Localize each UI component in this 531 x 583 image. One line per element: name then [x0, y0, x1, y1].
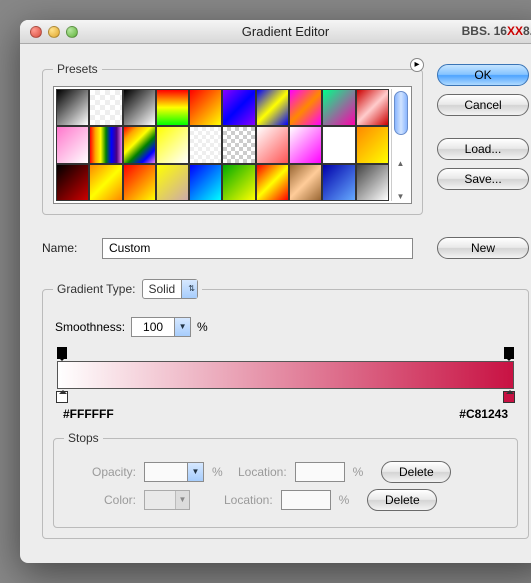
color-swatch: ▼ [144, 490, 190, 510]
opacity-field: ▼ [144, 462, 204, 482]
preset-swatch[interactable] [356, 89, 389, 126]
dropdown-arrow-icon: ▼ [175, 491, 189, 509]
preset-swatch[interactable] [89, 164, 122, 201]
preset-swatch[interactable] [289, 89, 322, 126]
presets-fieldset: Presets ▸ [42, 62, 423, 215]
save-button[interactable]: Save... [437, 168, 529, 190]
presets-flyout-icon[interactable]: ▸ [410, 58, 424, 72]
stops-legend: Stops [64, 431, 103, 445]
right-hex-label: #C81243 [459, 407, 508, 421]
side-buttons: OK Cancel Load... Save... [437, 64, 529, 190]
cancel-button[interactable]: Cancel [437, 94, 529, 116]
color-stop-right[interactable] [503, 391, 515, 403]
preset-swatch[interactable] [256, 126, 289, 163]
dropdown-arrow-icon: ▼ [187, 463, 203, 481]
preset-swatch[interactable] [322, 89, 355, 126]
preset-swatch[interactable] [156, 164, 189, 201]
preset-swatch[interactable] [356, 126, 389, 163]
gradient-type-label: Gradient Type: [57, 282, 136, 296]
opacity-stops-track[interactable] [57, 347, 514, 361]
smoothness-unit: % [197, 320, 208, 334]
name-label: Name: [42, 241, 92, 255]
smoothness-field[interactable]: ▼ [131, 317, 191, 337]
preset-swatch[interactable] [156, 89, 189, 126]
preset-swatch[interactable] [123, 89, 156, 126]
preset-swatch[interactable] [56, 164, 89, 201]
opacity-label: Opacity: [64, 465, 136, 479]
scrollbar-thumb[interactable] [394, 91, 408, 135]
preset-swatch[interactable] [89, 126, 122, 163]
preset-swatch[interactable] [56, 89, 89, 126]
smoothness-input[interactable] [132, 318, 174, 336]
color-location-field [281, 490, 331, 510]
preset-swatch[interactable] [289, 164, 322, 201]
name-input[interactable] [102, 238, 413, 259]
window-title: Gradient Editor [20, 24, 531, 39]
preset-swatch[interactable] [322, 164, 355, 201]
gradient-type-fieldset: Gradient Type: Solid ⇅ Smoothness: ▼ % [42, 279, 529, 539]
preset-swatch[interactable] [189, 89, 222, 126]
preset-swatch[interactable] [156, 126, 189, 163]
ok-button[interactable]: OK [437, 64, 529, 86]
preset-swatch[interactable] [89, 89, 122, 126]
gradient-type-value: Solid [143, 282, 182, 296]
opacity-input [145, 463, 187, 481]
location-unit: % [353, 465, 364, 479]
location-label: Location: [217, 493, 273, 507]
scroll-down-icon[interactable]: ▼ [397, 192, 405, 201]
preset-swatch[interactable] [289, 126, 322, 163]
opacity-stop-right[interactable] [504, 347, 514, 359]
preset-grid: ▲ ▼ [53, 86, 412, 204]
titlebar: Gradient Editor BBS. 16XX8. C [20, 20, 531, 44]
preset-swatch[interactable] [123, 126, 156, 163]
preset-swatch[interactable] [222, 164, 255, 201]
gradient-type-legend: Gradient Type: Solid ⇅ [53, 279, 202, 299]
watermark: BBS. 16XX8. C [462, 23, 531, 38]
gradient-bar[interactable] [57, 361, 514, 389]
scroll-up-icon[interactable]: ▲ [397, 159, 405, 168]
dropdown-arrow-icon[interactable]: ▼ [174, 318, 190, 336]
preset-swatch[interactable] [356, 164, 389, 201]
delete-opacity-stop-button[interactable]: Delete [381, 461, 451, 483]
preset-swatch[interactable] [222, 126, 255, 163]
color-location-input [282, 491, 330, 509]
gradient-editor-window: Gradient Editor BBS. 16XX8. C Presets ▸ [20, 20, 531, 563]
preset-swatch[interactable] [123, 164, 156, 201]
opacity-location-input [296, 463, 344, 481]
color-label: Color: [64, 493, 136, 507]
content: Presets ▸ [20, 44, 531, 563]
opacity-stop-left[interactable] [57, 347, 67, 359]
load-button[interactable]: Load... [437, 138, 529, 160]
opacity-location-field [295, 462, 345, 482]
stops-fieldset: Stops Opacity: ▼ % Location: % Delete [53, 431, 518, 528]
delete-color-stop-button[interactable]: Delete [367, 489, 437, 511]
preset-scrollbar[interactable]: ▲ ▼ [391, 89, 409, 201]
color-stops-track[interactable] [57, 389, 514, 403]
preset-swatch[interactable] [222, 89, 255, 126]
presets-legend: Presets [53, 62, 102, 76]
stepper-arrows-icon: ⇅ [181, 280, 197, 298]
preset-swatch[interactable] [189, 126, 222, 163]
preset-swatch[interactable] [256, 89, 289, 126]
color-stop-left[interactable] [56, 391, 68, 403]
preset-swatch[interactable] [322, 126, 355, 163]
new-button[interactable]: New [437, 237, 529, 259]
smoothness-label: Smoothness: [55, 320, 125, 334]
location-label: Location: [231, 465, 287, 479]
opacity-unit: % [212, 465, 223, 479]
preset-swatch[interactable] [256, 164, 289, 201]
preset-swatch[interactable] [189, 164, 222, 201]
color-swatch-fill [145, 491, 175, 509]
preset-swatch[interactable] [56, 126, 89, 163]
left-hex-label: #FFFFFF [63, 407, 114, 421]
location-unit: % [339, 493, 350, 507]
gradient-type-select[interactable]: Solid ⇅ [142, 279, 199, 299]
